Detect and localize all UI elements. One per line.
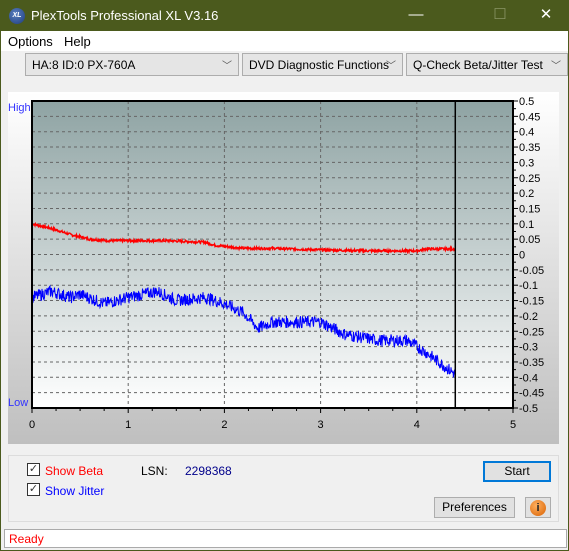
y-tick-label: 0.05 <box>519 234 540 246</box>
y-tick-label: -0.25 <box>519 326 544 338</box>
window-title: PlexTools Professional XL V3.16 <box>31 8 219 23</box>
show-jitter-label[interactable]: Show Jitter <box>45 484 104 498</box>
test-select-value: Q-Check Beta/Jitter Test <box>413 58 543 72</box>
info-button[interactable]: i <box>525 497 551 518</box>
y-tick-label: -0.2 <box>519 311 538 323</box>
minimize-button[interactable]: — <box>401 4 431 26</box>
y-tick-label: 0.2 <box>519 188 534 200</box>
show-beta-checkbox[interactable]: ✓ <box>27 463 40 476</box>
title-bar: XL PlexTools Professional XL V3.16 — ☐ ✕ <box>1 0 568 31</box>
drive-select-value: HA:8 ID:0 PX-760A <box>32 58 136 72</box>
menu-options[interactable]: Options <box>8 34 53 49</box>
controls-panel: ✓ Show Beta ✓ Show Jitter LSN: 2298368 S… <box>8 455 559 522</box>
y-tick-label: 0.1 <box>519 219 534 231</box>
y-tick-label: 0.3 <box>519 157 534 169</box>
y-tick-label: 0.4 <box>519 127 534 139</box>
show-jitter-checkbox[interactable]: ✓ <box>27 483 40 496</box>
close-button[interactable]: ✕ <box>531 4 561 26</box>
y-tick-label: 0.35 <box>519 142 540 154</box>
x-tick-label: 2 <box>221 419 227 431</box>
chevron-down-icon: ﹀ <box>222 61 232 72</box>
y-tick-label: -0.35 <box>519 357 544 369</box>
function-select-value: DVD Diagnostic Functions <box>249 58 390 72</box>
drive-select[interactable]: HA:8 ID:0 PX-760A ﹀ <box>25 53 239 76</box>
y-tick-label: -0.3 <box>519 342 538 354</box>
y-tick-label: 0.25 <box>519 173 540 185</box>
x-tick-label: 1 <box>125 419 131 431</box>
y-tick-label: -0.45 <box>519 388 544 400</box>
preferences-button[interactable]: Preferences <box>434 497 515 518</box>
info-icon: i <box>530 500 546 516</box>
lsn-label: LSN: <box>141 464 168 478</box>
high-label: High <box>8 102 31 114</box>
test-select[interactable]: Q-Check Beta/Jitter Test ﹀ <box>406 53 568 76</box>
y-tick-label: -0.15 <box>519 296 544 308</box>
y-tick-label: -0.05 <box>519 265 544 277</box>
y-tick-label: 0.45 <box>519 111 540 123</box>
y-tick-label: -0.5 <box>519 403 538 415</box>
x-tick-label: 4 <box>414 419 420 431</box>
y-tick-label: 0.15 <box>519 203 540 215</box>
x-tick-label: 3 <box>318 419 324 431</box>
x-tick-label: 0 <box>29 419 35 431</box>
y-tick-label: -0.1 <box>519 280 538 292</box>
start-button[interactable]: Start <box>483 461 551 482</box>
chevron-down-icon: ﹀ <box>551 61 561 72</box>
show-beta-label[interactable]: Show Beta <box>45 464 103 478</box>
beta-jitter-chart: 0.5 0.45 0.4 0.35 0.3 0.25 0.2 0.15 0.1 0.05 0 -0.0… <box>8 96 544 431</box>
menu-help[interactable]: Help <box>64 34 91 49</box>
app-logo-icon: XL <box>9 8 25 24</box>
x-tick-label: 5 <box>510 419 516 431</box>
menu-bar: Options Help <box>1 31 568 51</box>
status-bar: Ready <box>4 529 567 548</box>
low-label: Low <box>8 397 28 409</box>
chevron-down-icon: ﹀ <box>386 61 396 72</box>
lsn-value: 2298368 <box>185 464 232 478</box>
chart-panel: 0.5 0.45 0.4 0.35 0.3 0.25 0.2 0.15 0.1 0.05 0 -0.0… <box>8 92 559 444</box>
function-select[interactable]: DVD Diagnostic Functions ﹀ <box>242 53 403 76</box>
maximize-button[interactable]: ☐ <box>485 4 515 26</box>
y-tick-label: 0.5 <box>519 96 534 108</box>
app-window: XL PlexTools Professional XL V3.16 — ☐ ✕… <box>1 0 568 550</box>
y-tick-label: -0.4 <box>519 372 538 384</box>
y-tick-label: 0 <box>519 250 525 262</box>
